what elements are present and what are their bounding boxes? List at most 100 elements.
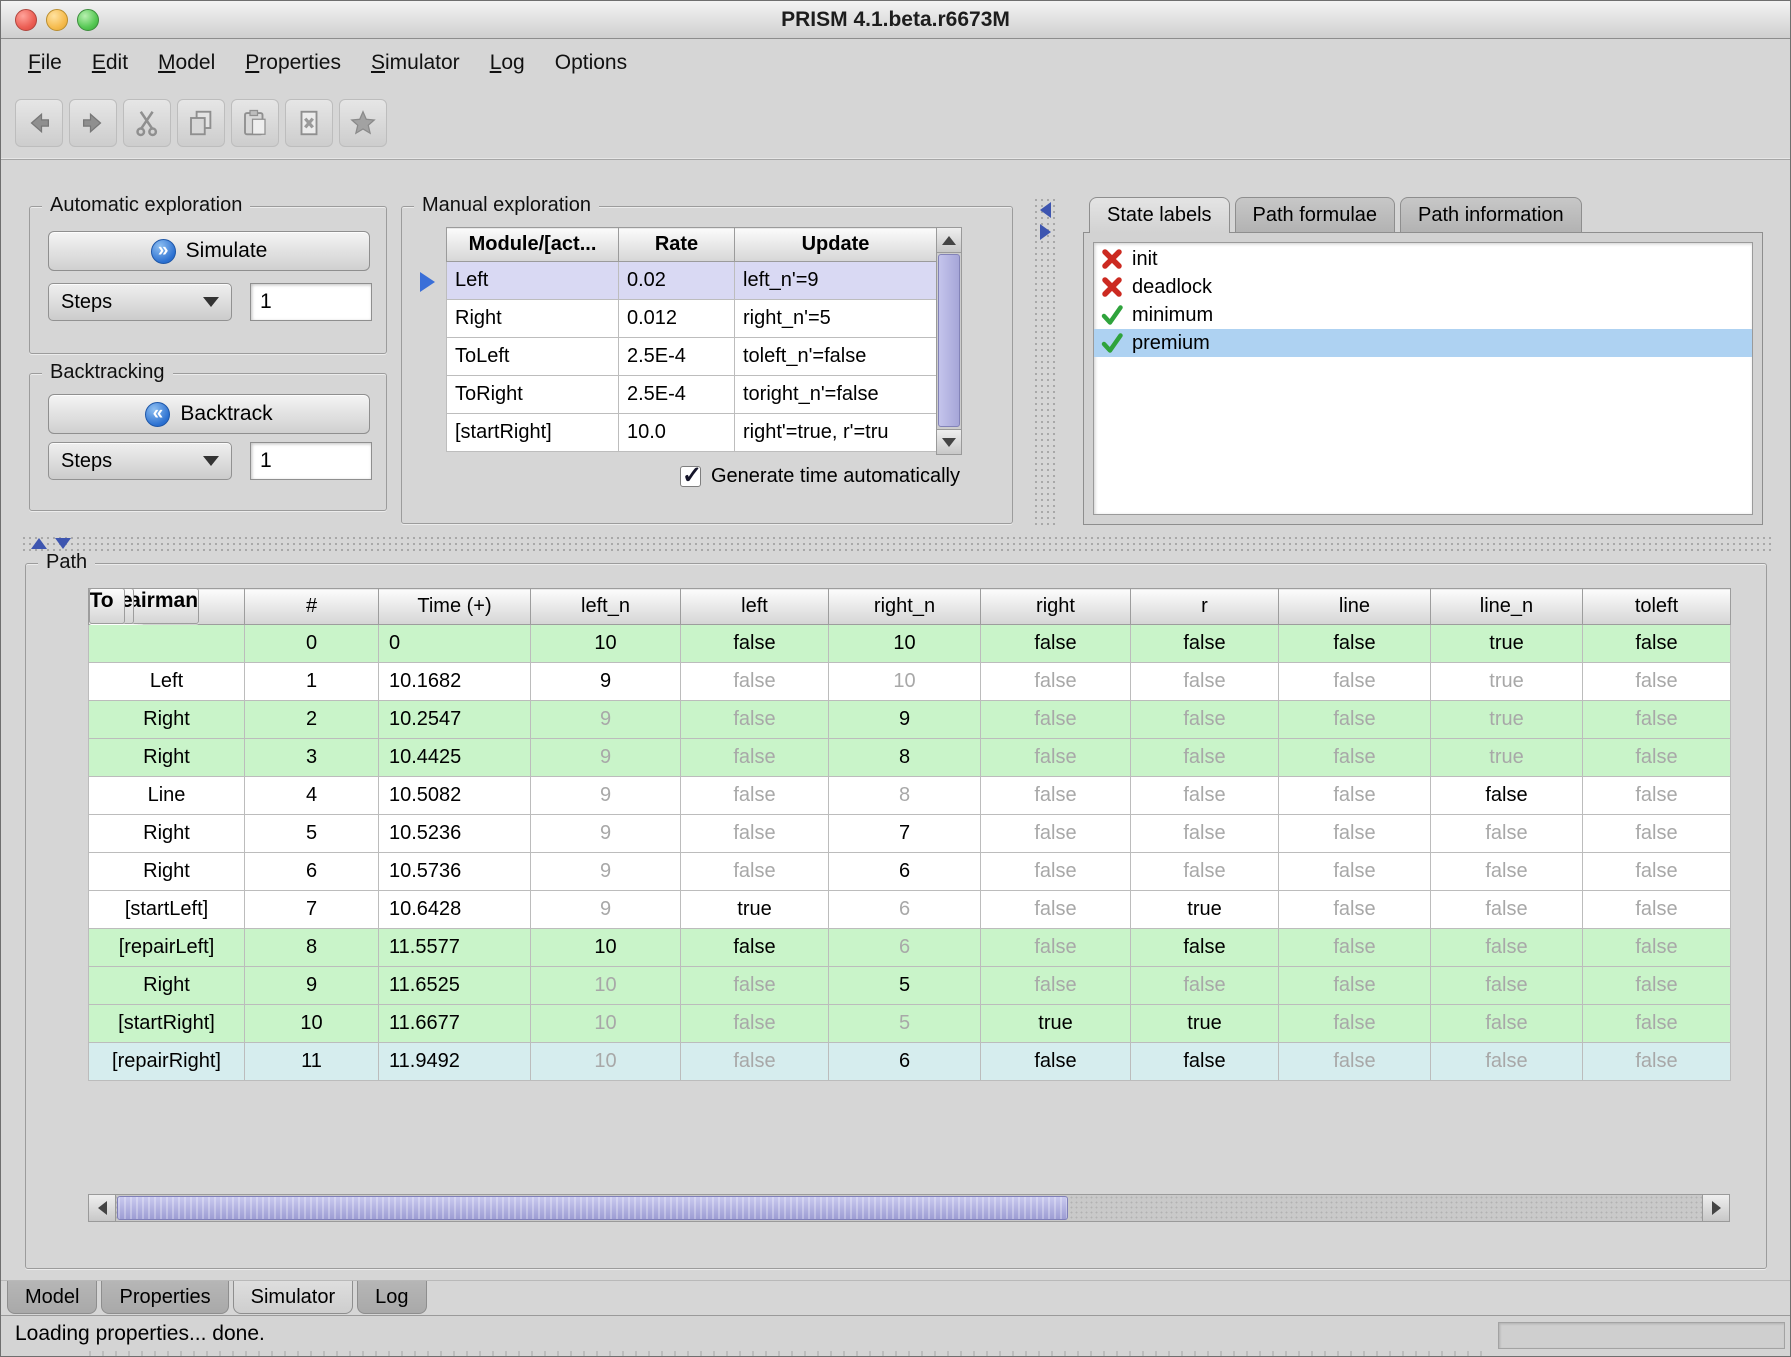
path-cell[interactable]: true: [1131, 1005, 1279, 1043]
path-row[interactable]: Right210.25479false9falsefalsefalsetruef…: [89, 701, 1731, 739]
path-cell[interactable]: Right: [89, 815, 245, 853]
path-cell[interactable]: 11.9492: [379, 1043, 531, 1081]
toolbar-copy-button[interactable]: [177, 99, 225, 147]
manual-cell-module[interactable]: [startRight]: [447, 414, 619, 452]
path-cell[interactable]: Left: [89, 663, 245, 701]
manual-cell-rate[interactable]: 2.5E-4: [619, 338, 735, 376]
path-cell[interactable]: false: [1279, 701, 1431, 739]
path-horizontal-scrollbar[interactable]: [88, 1194, 1730, 1222]
path-cell[interactable]: 11.6677: [379, 1005, 531, 1043]
path-row[interactable]: [startLeft]710.64289true6falsetruefalsef…: [89, 891, 1731, 929]
triangle-up-icon[interactable]: [31, 538, 47, 549]
path-cell[interactable]: false: [1583, 663, 1731, 701]
path-cell[interactable]: 8: [829, 777, 981, 815]
bottom-tab-log[interactable]: Log: [357, 1281, 426, 1314]
path-cell[interactable]: 9: [531, 853, 681, 891]
path-cell[interactable]: 11: [245, 1043, 379, 1081]
path-cell[interactable]: 10.2547: [379, 701, 531, 739]
tab-path-formulae[interactable]: Path formulae: [1235, 197, 1396, 233]
path-cell[interactable]: 0: [379, 625, 531, 663]
menu-properties[interactable]: Properties: [230, 45, 356, 81]
scroll-up-button[interactable]: [937, 228, 961, 253]
path-cell[interactable]: false: [681, 967, 829, 1005]
path-cell[interactable]: 9: [531, 663, 681, 701]
menu-model[interactable]: Model: [143, 45, 230, 81]
manual-cell-rate[interactable]: 0.02: [619, 262, 735, 300]
path-cell[interactable]: false: [1431, 815, 1583, 853]
manual-cell-module[interactable]: ToRight: [447, 376, 619, 414]
path-cell[interactable]: 0: [245, 625, 379, 663]
simulate-button[interactable]: Simulate: [48, 231, 370, 271]
path-cell[interactable]: false: [681, 663, 829, 701]
backtrack-steps-dropdown[interactable]: Steps: [48, 442, 232, 480]
manual-cell-module[interactable]: ToLeft: [447, 338, 619, 376]
path-cell[interactable]: false: [1131, 701, 1279, 739]
path-row[interactable]: [repairRight]1111.949210false6falsefalse…: [89, 1043, 1731, 1081]
bottom-tab-model[interactable]: Model: [7, 1281, 97, 1314]
toolbar-cut-button[interactable]: [123, 99, 171, 147]
path-cell[interactable]: false: [981, 815, 1131, 853]
path-row[interactable]: Right310.44259false8falsefalsefalsetruef…: [89, 739, 1731, 777]
splitter-collapse-right-button[interactable]: [1036, 223, 1054, 241]
path-cell[interactable]: 6: [829, 1043, 981, 1081]
simulate-steps-dropdown[interactable]: Steps: [48, 283, 232, 321]
scroll-left-button[interactable]: [89, 1195, 116, 1221]
path-cell[interactable]: false: [981, 739, 1131, 777]
path-cell[interactable]: false: [981, 777, 1131, 815]
path-cell[interactable]: false: [1583, 739, 1731, 777]
path-cell[interactable]: false: [1583, 853, 1731, 891]
scroll-right-button[interactable]: [1702, 1195, 1729, 1221]
path-cell[interactable]: false: [1131, 853, 1279, 891]
path-cell[interactable]: 10.1682: [379, 663, 531, 701]
path-cell[interactable]: 9: [531, 777, 681, 815]
toolbar-delete-button[interactable]: [285, 99, 333, 147]
path-cell[interactable]: 8: [829, 739, 981, 777]
manual-cell-update[interactable]: right'=true, r'=tru: [735, 414, 937, 452]
state-label-minimum[interactable]: minimum: [1094, 301, 1752, 329]
manual-transition-row[interactable]: [startRight]10.0right'=true, r'=tru: [447, 414, 937, 452]
menu-simulator[interactable]: Simulator: [356, 45, 475, 81]
path-cell[interactable]: false: [981, 929, 1131, 967]
path-cell[interactable]: false: [1279, 1043, 1431, 1081]
menu-edit[interactable]: Edit: [77, 45, 143, 81]
backtrack-steps-input[interactable]: [250, 442, 372, 480]
path-row[interactable]: Left110.16829false10falsefalsefalsetruef…: [89, 663, 1731, 701]
path-cell[interactable]: 2: [245, 701, 379, 739]
path-cell[interactable]: false: [1583, 1005, 1731, 1043]
manual-cell-update[interactable]: toleft_n'=false: [735, 338, 937, 376]
path-row[interactable]: 0010false10falsefalsefalsetruefalse: [89, 625, 1731, 663]
path-cell[interactable]: true: [681, 891, 829, 929]
manual-transition-row[interactable]: Right0.012right_n'=5: [447, 300, 937, 338]
path-cell[interactable]: false: [1431, 853, 1583, 891]
menu-log[interactable]: Log: [475, 45, 540, 81]
path-cell[interactable]: 10.6428: [379, 891, 531, 929]
path-cell[interactable]: false: [681, 1043, 829, 1081]
manual-cell-update[interactable]: right_n'=5: [735, 300, 937, 338]
titlebar[interactable]: PRISM 4.1.beta.r6673M: [1, 1, 1790, 39]
path-cell[interactable]: 9: [531, 739, 681, 777]
path-row[interactable]: Line410.50829false8falsefalsefalsefalsef…: [89, 777, 1731, 815]
path-cell[interactable]: 10: [531, 1005, 681, 1043]
path-cell[interactable]: false: [1583, 929, 1731, 967]
path-cell[interactable]: Right: [89, 853, 245, 891]
path-cell[interactable]: true: [1131, 891, 1279, 929]
path-cell[interactable]: 10: [245, 1005, 379, 1043]
path-cell[interactable]: Right: [89, 701, 245, 739]
path-cell[interactable]: [repairLeft]: [89, 929, 245, 967]
path-cell[interactable]: 7: [245, 891, 379, 929]
manual-cell-update[interactable]: toright_n'=false: [735, 376, 937, 414]
path-cell[interactable]: 10.5736: [379, 853, 531, 891]
path-cell[interactable]: 6: [829, 929, 981, 967]
path-cell[interactable]: Right: [89, 739, 245, 777]
path-cell[interactable]: Line: [89, 777, 245, 815]
path-cell[interactable]: 10.5236: [379, 815, 531, 853]
state-label-premium[interactable]: premium: [1094, 329, 1752, 357]
menu-options[interactable]: Options: [540, 45, 642, 81]
path-cell[interactable]: true: [1431, 739, 1583, 777]
toolbar-paste-button[interactable]: [231, 99, 279, 147]
path-cell[interactable]: false: [681, 929, 829, 967]
path-cell[interactable]: false: [1131, 777, 1279, 815]
path-cell[interactable]: false: [1131, 929, 1279, 967]
path-cell[interactable]: false: [981, 1043, 1131, 1081]
close-button[interactable]: [15, 9, 37, 31]
